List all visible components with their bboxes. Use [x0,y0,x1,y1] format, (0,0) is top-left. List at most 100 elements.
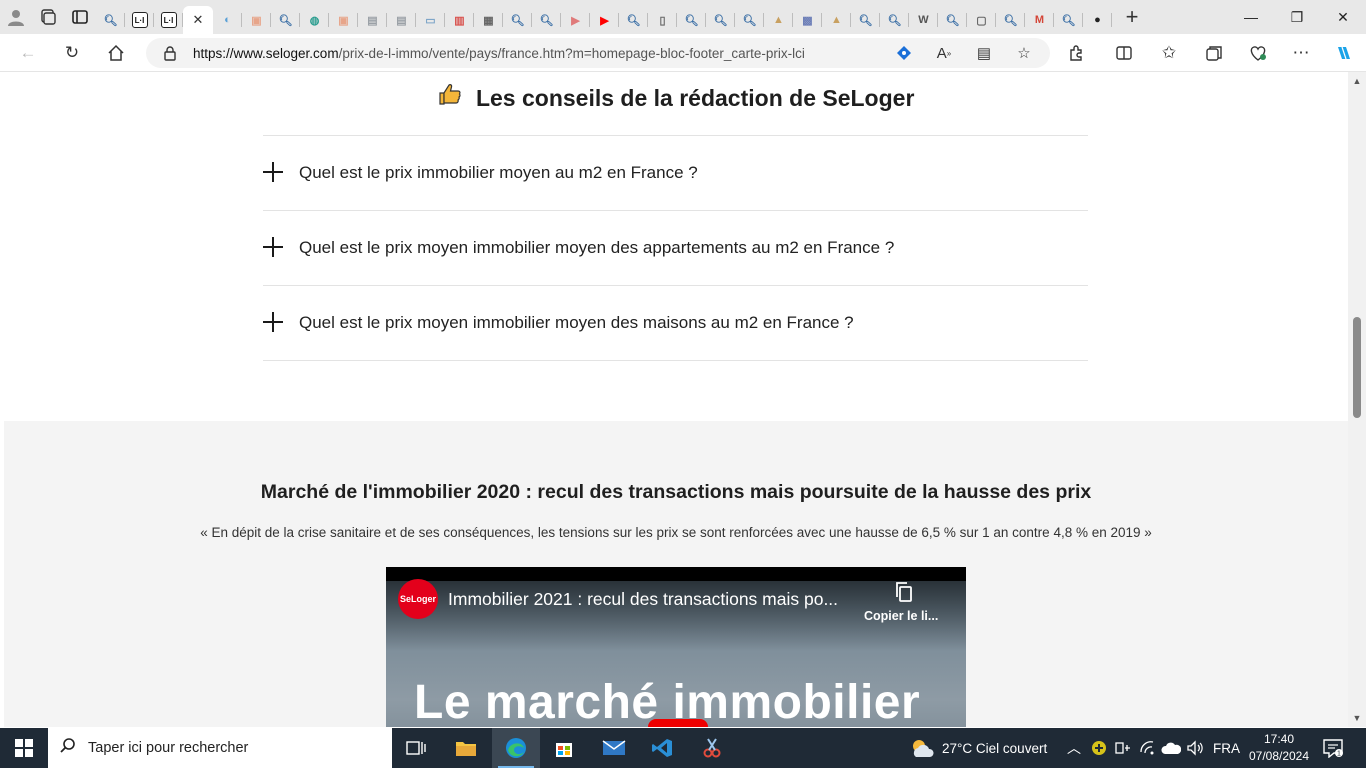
settings-more-icon[interactable]: ⋯ [1283,34,1319,72]
scroll-down-arrow-icon[interactable]: ▼ [1348,711,1366,725]
new-tab-button[interactable]: + [1116,0,1148,34]
faq-question[interactable]: Quel est le prix immobilier moyen au m2 … [299,163,698,183]
favorite-star-icon[interactable]: ☆ [1009,38,1039,68]
browser-tab[interactable]: ▲ [764,6,793,34]
browser-tab[interactable]: ▢ [967,6,996,34]
browser-tab[interactable]: 🔍︎ [96,6,125,34]
edge-app-icon[interactable] [492,728,540,768]
scroll-up-arrow-icon[interactable]: ▲ [1348,74,1366,88]
faq-item[interactable]: Quel est le prix immobilier moyen au m2 … [263,136,1088,211]
channel-logo[interactable]: SeLoger [398,579,438,619]
minimize-button[interactable]: ― [1228,0,1274,34]
browser-tab[interactable]: 🔍︎ [880,6,909,34]
browser-tab[interactable]: 🔍︎ [619,6,648,34]
taskbar-clock[interactable]: 17:40 07/08/2024 [1244,731,1314,765]
browser-tab[interactable]: ▯ [648,6,677,34]
update-tray-icon[interactable] [1091,728,1107,768]
extensions-icon[interactable] [1058,34,1094,72]
onedrive-cloud-icon[interactable] [1161,728,1181,768]
read-aloud-icon[interactable]: A» [929,38,959,68]
browser-tab[interactable]: ▣ [329,6,358,34]
favorites-icon[interactable]: ✩ [1151,34,1187,72]
copy-link-label[interactable]: Copier le li... [864,609,938,623]
browser-essentials-icon[interactable] [1240,34,1276,72]
weather-widget[interactable]: 27°C Ciel couvert [908,728,1047,768]
faq-item[interactable]: Quel est le prix moyen immobilier moyen … [263,211,1088,286]
file-explorer-icon[interactable] [442,728,490,768]
address-bar[interactable]: https://www.seloger.com/prix-de-l-immo/v… [146,38,1050,68]
task-view-icon[interactable] [392,728,440,768]
faq-question[interactable]: Quel est le prix moyen immobilier moyen … [299,313,854,333]
browser-tab[interactable]: ▭ [416,6,445,34]
browser-tab[interactable]: ▥ [445,6,474,34]
copy-link-icon[interactable] [894,581,914,603]
browser-tab[interactable]: 🔍︎ [1054,6,1083,34]
restore-button[interactable]: ❐ [1274,0,1320,34]
microsoft-store-icon[interactable] [540,728,588,768]
browser-tab[interactable]: ▶ [561,6,590,34]
browser-tab[interactable]: ▤ [358,6,387,34]
workspaces-icon[interactable] [32,0,64,34]
copilot-icon[interactable] [1326,34,1362,72]
plus-icon[interactable] [263,236,299,260]
close-tab-button[interactable]: ✕ [183,6,213,34]
scroll-thumb[interactable] [1353,317,1361,418]
faq-item[interactable]: Quel est le prix moyen immobilier moyen … [263,286,1088,361]
volume-icon[interactable] [1186,728,1204,768]
page-scrollbar[interactable]: ▲ ▼ [1348,72,1366,727]
mail-icon[interactable] [590,728,638,768]
browser-tab[interactable]: 🔍︎ [851,6,880,34]
browser-tab[interactable]: ▤ [387,6,416,34]
collections-icon[interactable] [1196,34,1232,72]
refresh-icon[interactable]: ↻ [54,34,90,72]
plus-icon[interactable] [263,311,299,335]
tab-actions-icon[interactable] [64,0,96,34]
close-window-button[interactable]: ✕ [1320,0,1366,34]
taskbar-search[interactable]: Taper ici pour rechercher [48,728,392,768]
video-title[interactable]: Immobilier 2021 : recul des transactions… [448,589,838,610]
search-icon [48,737,88,760]
shopping-tag-icon[interactable] [889,38,919,68]
browser-tab[interactable]: 🔍︎ [532,6,561,34]
vscode-icon[interactable] [638,728,686,768]
browser-tab[interactable]: ◍ [300,6,329,34]
browser-tab[interactable]: 🔍︎ [706,6,735,34]
browser-tab[interactable]: ▣ [242,6,271,34]
browser-tab[interactable]: 🔍︎ [996,6,1025,34]
browser-tab[interactable]: M [1025,6,1054,34]
home-icon[interactable] [98,34,134,72]
browser-tab[interactable]: L·I [125,6,154,34]
device-tray-icon[interactable] [1114,728,1132,768]
browser-tab[interactable]: 🔍︎ [503,6,532,34]
notification-center-icon[interactable]: 1 [1322,738,1344,758]
browser-tab[interactable]: L·I [154,6,183,34]
browser-tab[interactable]: ▩ [793,6,822,34]
browser-tab[interactable]: 🔍︎ [735,6,764,34]
browser-tab[interactable]: ▶ [590,6,619,34]
snipping-tool-icon[interactable] [688,728,736,768]
play-button[interactable] [648,719,708,727]
browser-tab[interactable]: 🔍︎ [677,6,706,34]
video-player[interactable]: SeLoger Immobilier 2021 : recul des tran… [386,567,966,727]
browser-tab[interactable]: ◐ [213,6,242,34]
browser-tab[interactable]: W [909,6,938,34]
faq-question[interactable]: Quel est le prix moyen immobilier moyen … [299,238,894,258]
browser-tab[interactable]: ▦ [474,6,503,34]
plus-icon[interactable] [263,161,299,185]
show-hidden-icons-chevron-icon[interactable]: ︿ [1067,728,1081,768]
url-text[interactable]: https://www.seloger.com/prix-de-l-immo/v… [193,46,805,61]
weather-text[interactable]: 27°C Ciel couvert [942,741,1047,756]
browser-tab[interactable]: 🔍︎ [271,6,300,34]
back-icon[interactable]: ← [10,34,46,72]
profile-icon[interactable] [0,0,32,34]
lock-icon[interactable] [155,38,185,68]
immersive-reader-icon[interactable]: ▤ [969,38,999,68]
split-screen-icon[interactable] [1106,34,1142,72]
browser-tab[interactable]: 🔍︎ [938,6,967,34]
language-indicator[interactable]: FRA [1213,728,1240,768]
browser-tab[interactable]: ▲ [822,6,851,34]
start-button[interactable] [0,728,48,768]
search-placeholder[interactable]: Taper ici pour rechercher [88,740,248,756]
browser-tab[interactable]: ● [1083,6,1112,34]
wifi-icon[interactable] [1139,728,1157,768]
